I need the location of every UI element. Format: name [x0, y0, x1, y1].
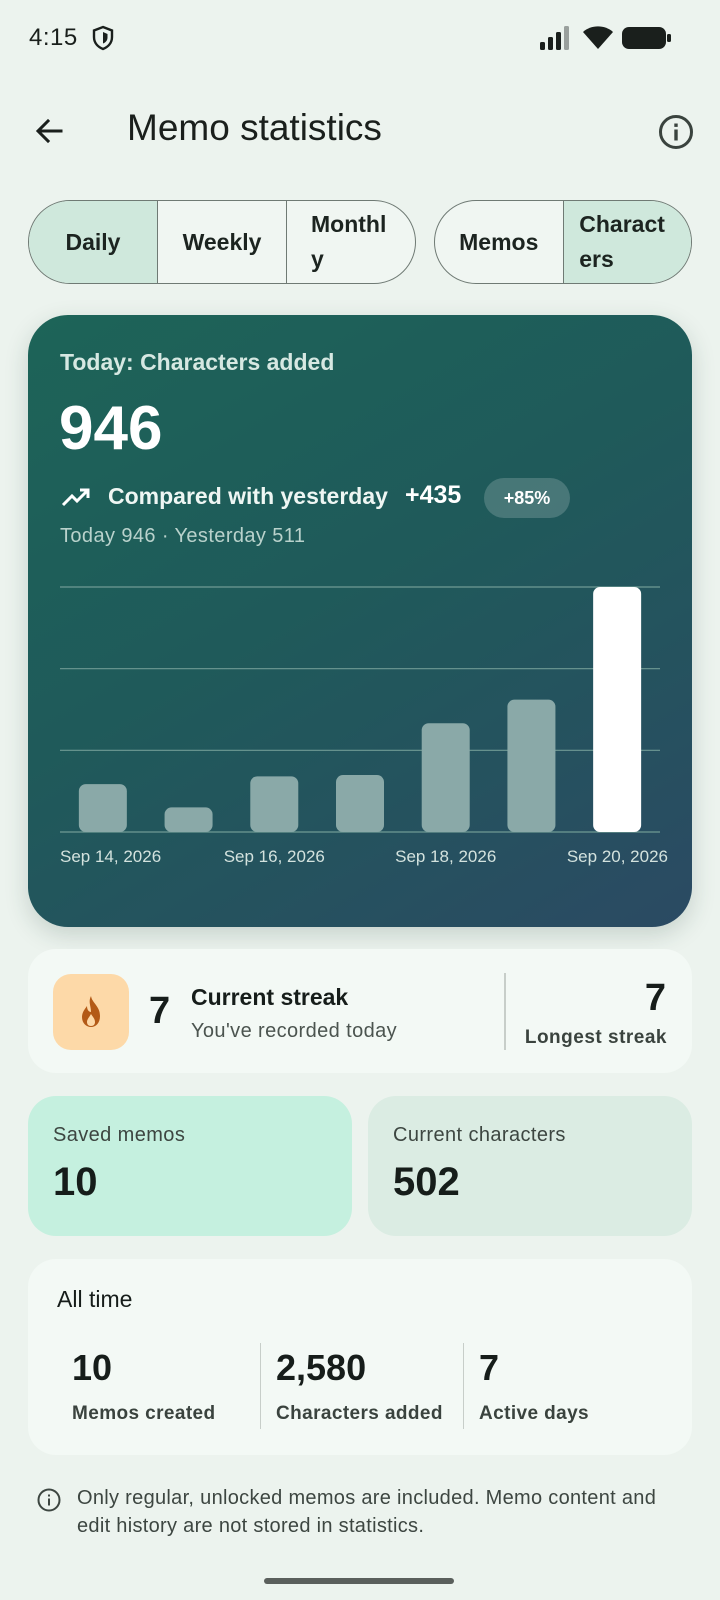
- flame-badge: [53, 974, 129, 1050]
- chart-bar: [250, 776, 299, 832]
- current-characters-value: 502: [393, 1160, 460, 1204]
- chart-bar: [421, 723, 470, 832]
- chart-bar: [78, 784, 127, 832]
- longest-streak-value: 7: [644, 977, 666, 1019]
- home-indicator: [264, 1578, 454, 1584]
- all-time-title: All time: [57, 1286, 133, 1312]
- status-time: 4:15: [29, 24, 78, 51]
- chart-x-tick-label: Sep 14, 2026: [60, 847, 161, 866]
- trending-up-icon: [61, 488, 90, 507]
- current-characters-card: Current characters 502: [368, 1096, 692, 1236]
- flame-icon: [82, 996, 100, 1027]
- back-button[interactable]: [24, 106, 74, 156]
- active-days-label: Active days: [479, 1403, 590, 1424]
- saved-memos-label: Saved memos: [53, 1124, 186, 1146]
- tab-weekly-label: Weekly: [182, 228, 262, 255]
- chart-bar: [507, 699, 556, 832]
- info-icon: [659, 115, 693, 149]
- arrow-back-icon: [35, 118, 63, 144]
- characters-added-value: 2,580: [276, 1347, 367, 1388]
- tab-daily[interactable]: Daily: [29, 201, 158, 283]
- all-time-memos-created: 10 Memos created: [57, 1343, 260, 1429]
- saved-memos-card: Saved memos 10: [28, 1096, 352, 1236]
- tab-characters[interactable]: Characters: [563, 201, 691, 283]
- compare-label: Compared with yesterday: [108, 483, 388, 509]
- info-button[interactable]: [652, 108, 700, 156]
- characters-added-label: Characters added: [276, 1403, 443, 1424]
- chart-x-tick-label: Sep 20, 2026: [567, 847, 668, 866]
- tab-monthly-label: Monthly: [311, 211, 387, 272]
- shield-icon: [92, 25, 114, 51]
- all-time-card: All time 10 Memos created 2,580 Characte…: [28, 1259, 692, 1455]
- battery-icon: [622, 27, 671, 49]
- tab-monthly[interactable]: Monthly: [287, 201, 415, 283]
- chart-bar: [593, 587, 642, 832]
- cellular-signal-icon: [540, 26, 569, 50]
- chart-x-tick-label: Sep 18, 2026: [395, 847, 496, 866]
- all-time-active-days: 7 Active days: [463, 1343, 666, 1429]
- tab-memos[interactable]: Memos: [435, 201, 564, 283]
- chart-bar: [164, 807, 213, 832]
- saved-memos-value: 10: [53, 1160, 98, 1204]
- wifi-icon: [583, 26, 613, 49]
- info-icon: [37, 1488, 61, 1512]
- tab-memos-label: Memos: [459, 228, 539, 255]
- page-title: Memo statistics: [127, 107, 382, 148]
- memos-created-label: Memos created: [72, 1403, 216, 1424]
- current-streak-value: 7: [149, 990, 171, 1032]
- app-bar: Memo statistics: [0, 90, 720, 170]
- hero-value: 946: [59, 394, 163, 463]
- statistics-note: Only regular, unlocked memos are include…: [77, 1487, 657, 1537]
- compare-difference: +435: [405, 481, 462, 509]
- period-segmented-control: Daily Weekly Monthly: [28, 200, 416, 284]
- current-streak-subtitle: You've recorded today: [191, 1020, 398, 1042]
- current-streak-title: Current streak: [191, 984, 349, 1010]
- longest-streak-label: Longest streak: [524, 1027, 667, 1048]
- tab-characters-label: Characters: [579, 211, 665, 272]
- active-days-value: 7: [479, 1347, 500, 1388]
- memos-created-value: 10: [72, 1347, 113, 1388]
- tab-weekly[interactable]: Weekly: [158, 201, 287, 283]
- compare-percent-badge: +85%: [484, 478, 570, 518]
- metric-segmented-control: Memos Characters: [434, 200, 692, 284]
- chart-bar: [336, 775, 384, 832]
- chart-x-tick-label: Sep 16, 2026: [224, 847, 325, 866]
- streak-card: 7 Current streak You've recorded today 7…: [28, 949, 692, 1073]
- compare-detail: Today 946 · Yesterday 511: [60, 525, 306, 547]
- status-bar: 4:15: [0, 0, 720, 80]
- today-summary-card: Sep 14, 2026 Sep 16, 2026 Sep 18, 2026 Sep …: [28, 315, 692, 927]
- all-time-characters-added: 2,580 Characters added: [260, 1343, 463, 1429]
- hero-label: Today: Characters added: [60, 349, 335, 375]
- divider: [504, 973, 506, 1050]
- tab-daily-label: Daily: [65, 228, 121, 255]
- current-characters-label: Current characters: [393, 1124, 566, 1146]
